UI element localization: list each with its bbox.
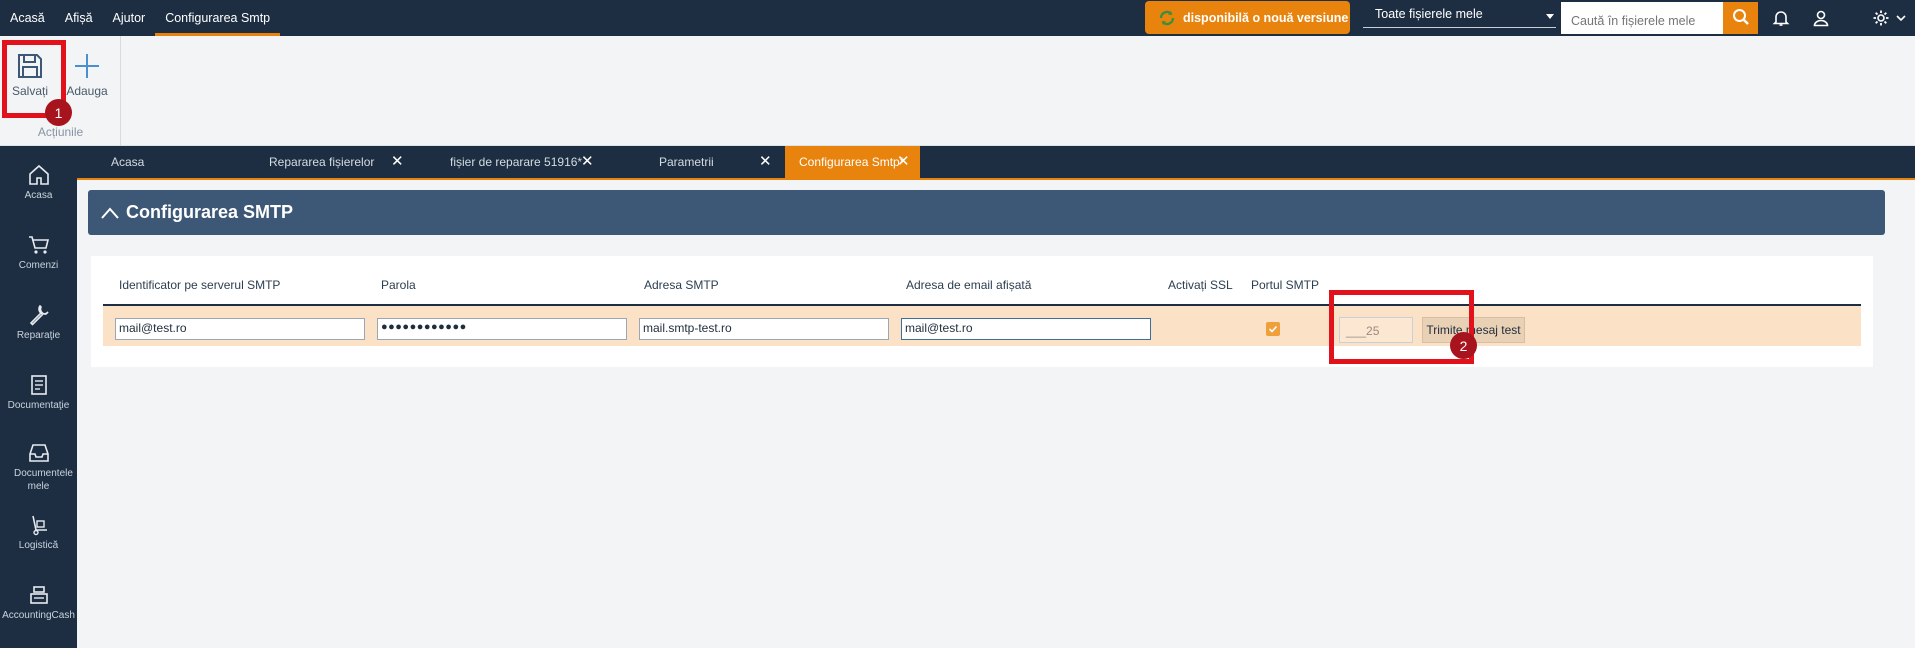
sidebar-item-accountingcash[interactable]: AccountingCash bbox=[0, 582, 77, 622]
search-button[interactable] bbox=[1723, 2, 1758, 34]
header-port: Portul SMTP bbox=[1251, 278, 1320, 292]
refresh-icon bbox=[1157, 8, 1177, 28]
document-icon bbox=[0, 372, 77, 398]
ribbon-toolbar: Salvați Adauga Acțiunile bbox=[0, 36, 1915, 146]
sidebar-item-label: Logistică bbox=[18, 540, 59, 551]
sidebar: Acasa Comenzi Reparaţie Documentaţie Doc… bbox=[0, 146, 77, 648]
close-icon[interactable]: ✕ bbox=[897, 146, 910, 178]
top-nav: Acasă Afișă Ajutor Configurarea Smtp bbox=[0, 0, 281, 36]
table-row: mail@test.ro ●●●●●●●●●●●● mail.smtp-test… bbox=[103, 306, 1861, 346]
header-identifier: Identificator pe serverul SMTP bbox=[119, 278, 281, 292]
tab-smtp-config[interactable]: Configurarea Smtp* ✕ bbox=[785, 146, 920, 178]
update-label: disponibilă o nouă versiune bbox=[1183, 10, 1349, 25]
close-icon[interactable]: ✕ bbox=[759, 146, 772, 178]
tab-label: Configurarea Smtp* bbox=[799, 155, 905, 169]
header-display-email: Adresa de email afișată bbox=[906, 278, 1032, 292]
inbox-icon bbox=[0, 440, 77, 466]
sidebar-item-repair[interactable]: Reparaţie bbox=[0, 302, 77, 342]
smtp-table: Identificator pe serverul SMTP Parola Ad… bbox=[91, 256, 1873, 367]
tab-label: Repararea fișierelor bbox=[269, 155, 375, 169]
chevron-down-icon[interactable] bbox=[1893, 7, 1909, 29]
sidebar-item-logistics[interactable]: Logistică bbox=[0, 512, 77, 552]
tab-bar: Acasa Repararea fișierelor ✕ fișier de r… bbox=[77, 146, 1915, 178]
step-badge-1: 1 bbox=[45, 99, 72, 126]
chevron-down-icon bbox=[1546, 14, 1554, 19]
sidebar-item-label: Documentele mele bbox=[14, 468, 73, 492]
hand-truck-icon bbox=[0, 512, 77, 538]
search-input[interactable] bbox=[1561, 2, 1723, 34]
home-icon bbox=[0, 162, 77, 188]
top-bar: Acasă Afișă Ajutor Configurarea Smtp dis… bbox=[0, 0, 1915, 36]
user-icon[interactable] bbox=[1810, 7, 1832, 29]
panel-header[interactable]: Configurarea SMTP bbox=[88, 190, 1885, 235]
close-icon[interactable]: ✕ bbox=[581, 146, 594, 178]
smtp-address-field[interactable]: mail.smtp-test.ro bbox=[639, 318, 889, 340]
wrench-icon bbox=[0, 302, 77, 328]
bell-icon[interactable] bbox=[1770, 7, 1792, 29]
header-smtp-address: Adresa SMTP bbox=[644, 278, 719, 292]
tab-label: fișier de reparare 51916* bbox=[450, 155, 583, 169]
files-scope-value: Toate fișierele mele bbox=[1375, 7, 1483, 21]
close-icon[interactable]: ✕ bbox=[391, 146, 404, 178]
cash-register-icon bbox=[0, 582, 77, 608]
password-field[interactable]: ●●●●●●●●●●●● bbox=[377, 318, 627, 340]
sidebar-item-home[interactable]: Acasa bbox=[0, 162, 77, 202]
nav-smtp-config[interactable]: Configurarea Smtp bbox=[155, 0, 281, 36]
sidebar-item-label: Reparaţie bbox=[16, 330, 61, 341]
nav-view[interactable]: Afișă bbox=[55, 0, 103, 36]
tab-home[interactable]: Acasa bbox=[97, 146, 242, 178]
gear-icon[interactable] bbox=[1870, 7, 1892, 29]
add-button[interactable]: Adauga bbox=[60, 48, 114, 98]
add-label: Adauga bbox=[66, 84, 108, 98]
actions-group-label: Acțiunile bbox=[37, 125, 84, 139]
display-email-field[interactable]: mail@test.ro bbox=[901, 318, 1151, 340]
plus-icon bbox=[60, 48, 114, 80]
tab-file-repair[interactable]: Repararea fișierelor ✕ bbox=[255, 146, 405, 178]
nav-help[interactable]: Ajutor bbox=[103, 0, 156, 36]
cart-icon bbox=[0, 232, 77, 258]
identifier-field[interactable]: mail@test.ro bbox=[115, 318, 365, 340]
sidebar-item-label: Acasa bbox=[24, 190, 53, 201]
nav-home[interactable]: Acasă bbox=[0, 0, 55, 36]
header-password: Parola bbox=[381, 278, 416, 292]
tab-repair-file-51916[interactable]: fișier de reparare 51916* ✕ bbox=[436, 146, 596, 178]
tab-parameters[interactable]: Parametrii ✕ bbox=[645, 146, 775, 178]
step-badge-2: 2 bbox=[1450, 332, 1477, 359]
panel-title: Configurarea SMTP bbox=[126, 202, 294, 222]
check-icon bbox=[1268, 325, 1278, 333]
files-scope-select[interactable]: Toate fișierele mele bbox=[1363, 4, 1556, 28]
update-available-button[interactable]: disponibilă o nouă versiune bbox=[1145, 1, 1350, 34]
sidebar-item-label: Documentaţie bbox=[7, 400, 70, 411]
sidebar-item-documentation[interactable]: Documentaţie bbox=[0, 372, 77, 412]
sidebar-item-my-documents[interactable]: Documentele mele bbox=[0, 440, 77, 493]
sidebar-item-orders[interactable]: Comenzi bbox=[0, 232, 77, 272]
sidebar-item-label: Comenzi bbox=[18, 260, 59, 271]
sidebar-item-label: AccountingCash bbox=[2, 610, 75, 621]
tab-label: Acasa bbox=[111, 155, 145, 169]
chevron-up-icon[interactable] bbox=[100, 206, 120, 220]
tab-label: Parametrii bbox=[659, 155, 714, 169]
ssl-checkbox[interactable] bbox=[1266, 322, 1280, 336]
main-content: Configurarea SMTP Identificator pe serve… bbox=[77, 180, 1915, 648]
search-icon bbox=[1732, 8, 1750, 29]
header-ssl: Activați SSL bbox=[1168, 278, 1233, 292]
